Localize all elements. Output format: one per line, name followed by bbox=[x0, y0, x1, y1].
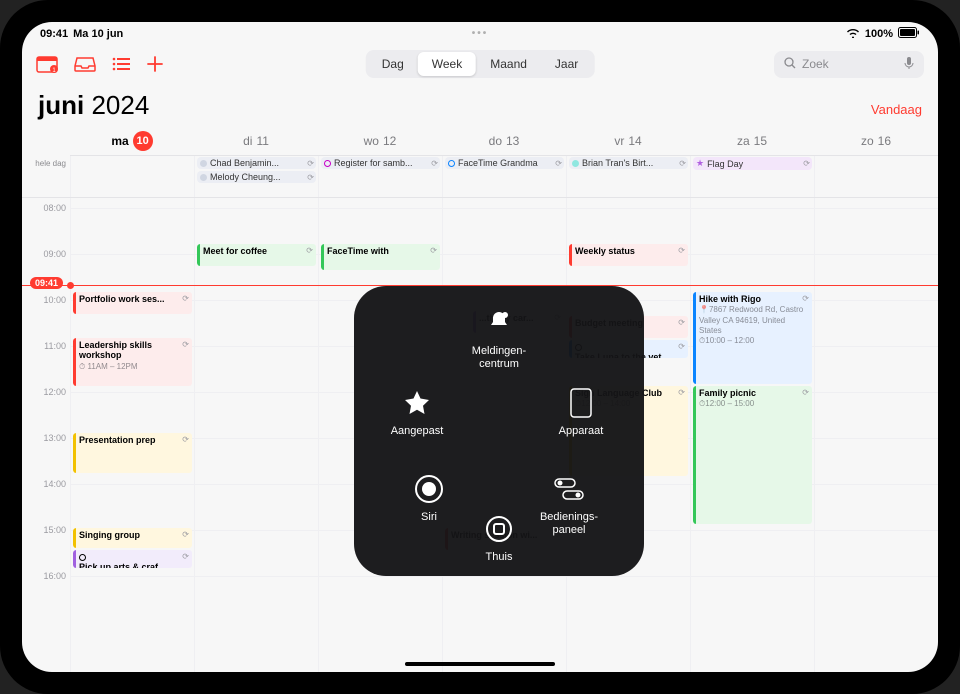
at-custom[interactable]: Aangepast bbox=[372, 386, 462, 438]
allday-event[interactable]: Chad Benjamin... bbox=[197, 157, 316, 169]
grid-col-sat[interactable]: Hike with Rigo📍7867 Redwood Rd, Castro V… bbox=[690, 198, 814, 672]
search-field[interactable]: Zoek bbox=[774, 51, 924, 78]
time-label: 13:00 bbox=[43, 433, 66, 443]
calendars-button[interactable]: 1 bbox=[36, 55, 58, 73]
allday-event[interactable]: Brian Tran's Birt... bbox=[569, 157, 688, 169]
day-header-tue[interactable]: di 11 bbox=[194, 126, 318, 155]
calendar-event[interactable]: Family picnic⏱12:00 – 15:00⟳ bbox=[693, 386, 812, 524]
star-icon bbox=[400, 386, 434, 420]
search-icon bbox=[784, 57, 796, 72]
search-placeholder: Zoek bbox=[802, 57, 829, 71]
now-badge: 09:41 bbox=[30, 277, 63, 289]
day-header-sat[interactable]: za 15 bbox=[690, 126, 814, 155]
calendar-event[interactable]: Presentation prep⟳ bbox=[73, 433, 192, 473]
time-label: 15:00 bbox=[43, 525, 66, 535]
day-header-sun[interactable]: zo 16 bbox=[814, 126, 938, 155]
time-label: 09:00 bbox=[43, 249, 66, 259]
status-date: Ma 10 jun bbox=[73, 28, 123, 40]
day-headers: ma10 di 11 wo 12 do 13 vr 14 za 15 zo 16 bbox=[70, 126, 938, 156]
at-home[interactable]: Thuis bbox=[454, 512, 544, 564]
siri-icon bbox=[412, 472, 446, 506]
allday-col-thu: FaceTime Grandma bbox=[442, 156, 566, 197]
month-title: juni 2024 bbox=[38, 90, 149, 121]
allday-event[interactable]: Melody Cheung... bbox=[197, 171, 316, 183]
time-label: 10:00 bbox=[43, 295, 66, 305]
status-bar: 09:41 Ma 10 jun ••• 100% bbox=[22, 22, 938, 44]
calendar-event[interactable]: Leadership skills workshop⏱ 11AM – 12PM⟳ bbox=[73, 338, 192, 386]
calendar-event[interactable]: Singing group⟳ bbox=[73, 528, 192, 548]
calendar-event[interactable]: Weekly status⟳ bbox=[569, 244, 688, 266]
home-indicator[interactable] bbox=[405, 662, 555, 666]
allday-col-tue: Chad Benjamin... Melody Cheung... bbox=[194, 156, 318, 197]
seg-month[interactable]: Maand bbox=[476, 52, 541, 76]
month-name: juni bbox=[38, 90, 84, 120]
allday-row: hele dag Chad Benjamin... Melody Cheung..… bbox=[22, 156, 938, 198]
add-event-button[interactable] bbox=[146, 55, 164, 73]
allday-col-sun bbox=[814, 156, 938, 197]
day-header-mon[interactable]: ma10 bbox=[70, 126, 194, 155]
bell-icon bbox=[482, 306, 516, 340]
seg-day[interactable]: Dag bbox=[368, 52, 418, 76]
time-label: 14:00 bbox=[43, 479, 66, 489]
multitask-dots-icon[interactable]: ••• bbox=[472, 28, 489, 39]
status-time: 09:41 bbox=[40, 28, 68, 40]
inbox-button[interactable] bbox=[74, 56, 96, 72]
grid-col-tue[interactable]: Meet for coffee⟳ bbox=[194, 198, 318, 672]
calendar-event[interactable]: Meet for coffee⟳ bbox=[197, 244, 316, 266]
calendar-event[interactable]: FaceTime with⟳ bbox=[321, 244, 440, 270]
allday-event[interactable]: FaceTime Grandma bbox=[445, 157, 564, 169]
calendar-event[interactable]: Hike with Rigo📍7867 Redwood Rd, Castro V… bbox=[693, 292, 812, 384]
view-segmented-control: Dag Week Maand Jaar bbox=[366, 50, 595, 78]
time-label: 12:00 bbox=[43, 387, 66, 397]
allday-col-wed: Register for samb... bbox=[318, 156, 442, 197]
allday-col-fri: Brian Tran's Birt... bbox=[566, 156, 690, 197]
device-icon bbox=[564, 386, 598, 420]
today-button[interactable]: Vandaag bbox=[871, 102, 922, 117]
day-header-fri[interactable]: vr 14 bbox=[566, 126, 690, 155]
dictate-icon[interactable] bbox=[904, 56, 914, 73]
battery-percent: 100% bbox=[865, 28, 893, 40]
day-header-thu[interactable]: do 13 bbox=[442, 126, 566, 155]
seg-year[interactable]: Jaar bbox=[541, 52, 592, 76]
toggles-icon bbox=[552, 472, 586, 506]
grid-col-mon[interactable]: Portfolio work ses...⟳ Leadership skills … bbox=[70, 198, 194, 672]
time-label: 16:00 bbox=[43, 571, 66, 581]
battery-icon bbox=[898, 27, 920, 41]
day-header-wed[interactable]: wo 12 bbox=[318, 126, 442, 155]
allday-col-sat: ★Flag Day bbox=[690, 156, 814, 197]
allday-col-mon bbox=[70, 156, 194, 197]
at-device[interactable]: Apparaat bbox=[536, 386, 626, 438]
grid-col-sun[interactable] bbox=[814, 198, 938, 672]
time-label: 08:00 bbox=[43, 203, 66, 213]
list-button[interactable] bbox=[112, 57, 130, 71]
toolbar: 1 Dag Week Maand Jaar Zoek bbox=[22, 44, 938, 84]
wifi-icon bbox=[846, 27, 860, 41]
allday-event[interactable]: ★Flag Day bbox=[693, 157, 812, 170]
at-notification-center[interactable]: Meldingen-centrum bbox=[454, 306, 544, 370]
ipad-device-frame: 09:41 Ma 10 jun ••• 100% 1 bbox=[0, 0, 960, 694]
allday-label: hele dag bbox=[22, 156, 70, 197]
home-icon bbox=[482, 512, 516, 546]
screen: 09:41 Ma 10 jun ••• 100% 1 bbox=[22, 22, 938, 672]
allday-event[interactable]: Register for samb... bbox=[321, 157, 440, 169]
calendar-event[interactable]: Pick up arts & craf...⟳ bbox=[73, 550, 192, 568]
calendar-event[interactable]: Portfolio work ses...⟳ bbox=[73, 292, 192, 314]
year: 2024 bbox=[91, 90, 149, 120]
assistivetouch-menu: Meldingen-centrum Aangepast Apparaat Sir… bbox=[354, 286, 644, 576]
seg-week[interactable]: Week bbox=[418, 52, 476, 76]
time-label: 11:00 bbox=[44, 341, 66, 351]
